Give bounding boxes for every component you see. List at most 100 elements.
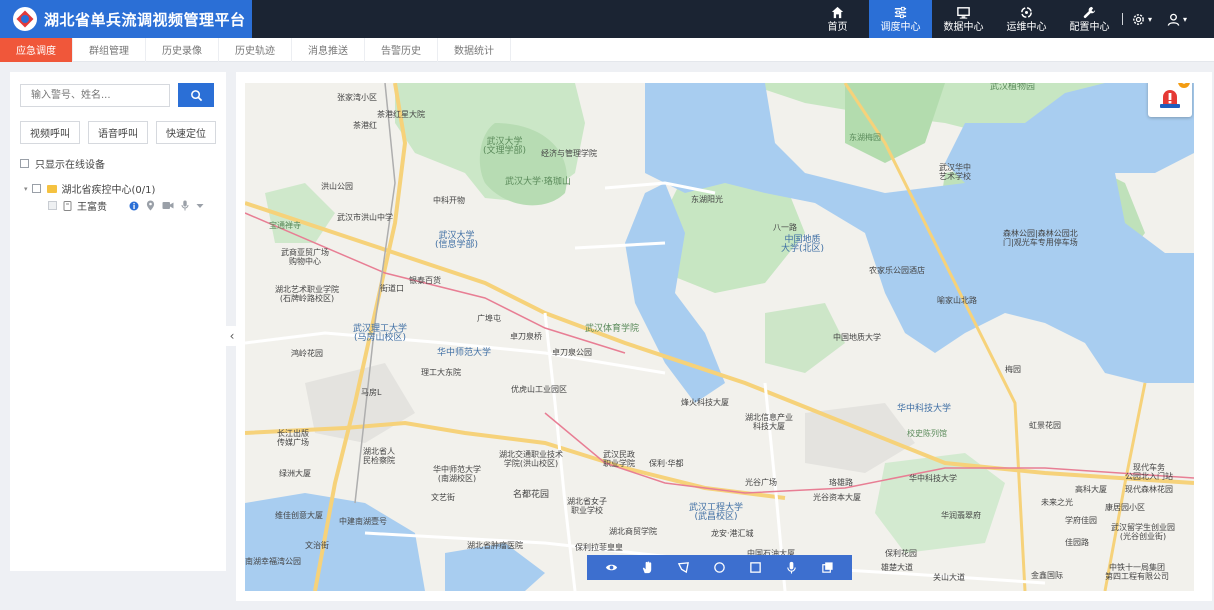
nav-home-label: 首页 bbox=[827, 22, 848, 33]
nav-data[interactable]: 数据中心 bbox=[932, 0, 995, 38]
map-label: 光谷资本大厦 bbox=[813, 493, 861, 502]
map-label: 湖北省人 民检察院 bbox=[363, 447, 395, 465]
expand-arrow-icon[interactable]: ▾ bbox=[24, 185, 28, 193]
map-label: 光谷广场 bbox=[745, 478, 777, 487]
maintenance-icon bbox=[1021, 7, 1032, 18]
map-lake bbox=[245, 493, 425, 591]
search-input[interactable] bbox=[20, 84, 170, 107]
map-label: 保利·华都 bbox=[649, 459, 684, 468]
online-only-toggle[interactable]: 只显示在线设备 bbox=[20, 156, 105, 171]
map-label: 中铁十一局集团 第四工程有限公司 bbox=[1105, 563, 1169, 581]
map-label: 东湖阳光 bbox=[691, 195, 723, 204]
square-icon[interactable] bbox=[749, 561, 762, 574]
polygon-icon[interactable] bbox=[677, 561, 690, 574]
map-label: 珞雄路 bbox=[829, 478, 853, 487]
map-label: 关山大道 bbox=[933, 573, 965, 582]
map-label: 长江出版 传媒广场 bbox=[277, 429, 309, 447]
map-label: 理工大东院 bbox=[421, 368, 461, 377]
map-label: 武汉理工大学 (马房山校区) bbox=[353, 324, 408, 343]
map-label: 八一路 bbox=[773, 223, 797, 232]
microphone-icon[interactable] bbox=[181, 200, 189, 211]
map-label: 梅园 bbox=[1005, 365, 1021, 374]
main-nav: 首页 调度中心 数据中心 运维中心 配置中心 bbox=[806, 0, 1121, 38]
settings-menu[interactable]: ▾ bbox=[1131, 12, 1152, 27]
map-view[interactable]: 张家湾小区 茶港红星大院 茶港红 武汉大学 (文理学部) 经济与管理学院 武汉大… bbox=[245, 83, 1194, 591]
call-button-row: 视频呼叫 语音呼叫 快速定位 bbox=[20, 121, 224, 144]
eye-icon[interactable] bbox=[605, 561, 618, 574]
map-label: 武汉大学·珞珈山 bbox=[505, 177, 571, 187]
map-label: 中建南湖壹号 bbox=[339, 517, 387, 526]
tab-history-video[interactable]: 历史录像 bbox=[146, 37, 219, 62]
nav-dispatch[interactable]: 调度中心 bbox=[869, 0, 932, 38]
tree-node-root[interactable]: ▾ 湖北省疾控中心(0/1) bbox=[24, 181, 155, 196]
map-label: 湖北省肿瘤医院 bbox=[467, 541, 523, 550]
tab-group-management[interactable]: 群组管理 bbox=[73, 37, 146, 62]
wrench-icon bbox=[1083, 6, 1096, 19]
map-label: 武汉市洪山中学 bbox=[337, 213, 393, 222]
map-label: 金鑫国际 bbox=[1031, 571, 1063, 580]
online-only-checkbox[interactable] bbox=[20, 159, 29, 168]
map-label: 湖北省女子 职业学校 bbox=[567, 497, 607, 515]
device-checkbox[interactable] bbox=[48, 201, 57, 210]
map-label: 文治街 bbox=[305, 541, 329, 550]
layers-icon[interactable] bbox=[821, 561, 834, 574]
tab-message-push[interactable]: 消息推送 bbox=[292, 37, 365, 62]
quick-locate-button[interactable]: 快速定位 bbox=[156, 121, 216, 144]
nav-home[interactable]: 首页 bbox=[806, 0, 869, 38]
map-label: 未来之光 bbox=[1041, 498, 1073, 507]
voice-call-button[interactable]: 语音呼叫 bbox=[88, 121, 148, 144]
map-label: 华中师范大学 (南湖校区) bbox=[433, 465, 481, 483]
brand[interactable]: 湖北省单兵流调视频管理平台 bbox=[0, 0, 252, 38]
map-label: 银泰百货 bbox=[409, 276, 441, 285]
gear-icon bbox=[1133, 13, 1144, 25]
map-label: 学府佳园 bbox=[1065, 516, 1097, 525]
nav-dispatch-label: 调度中心 bbox=[880, 22, 921, 33]
map-toolbar bbox=[587, 555, 852, 580]
video-call-button[interactable]: 视频呼叫 bbox=[20, 121, 80, 144]
map-label: 卓刀泉公园 bbox=[552, 348, 592, 357]
map-label: 中国地质大学 bbox=[833, 333, 881, 342]
tab-emergency-dispatch[interactable]: 应急调度 bbox=[0, 37, 73, 62]
map-label: 湖北交通职业技术 学院(洪山校区) bbox=[499, 450, 563, 468]
device-panel: 视频呼叫 语音呼叫 快速定位 只显示在线设备 ▾ 湖北省疾控中心(0/1) 王富… bbox=[10, 72, 226, 571]
map-label: 中科开物 bbox=[433, 196, 465, 205]
map-label: 优虎山工业园区 bbox=[511, 385, 567, 394]
map-label: 广埠屯 bbox=[477, 314, 501, 323]
tree-root-label: 湖北省疾控中心(0/1) bbox=[61, 185, 156, 196]
nav-config-label: 配置中心 bbox=[1069, 22, 1110, 33]
circle-icon[interactable] bbox=[713, 561, 726, 574]
map-label: 中国地质 大学(北区) bbox=[781, 235, 825, 254]
video-camera-icon[interactable] bbox=[162, 201, 174, 210]
map-label: 茶港红星大院 bbox=[377, 110, 425, 119]
sub-nav: 应急调度 群组管理 历史录像 历史轨迹 消息推送 告警历史 数据统计 bbox=[0, 37, 1214, 62]
more-dropdown-icon[interactable] bbox=[196, 203, 204, 209]
tree-node-device[interactable]: 王富贵 bbox=[48, 198, 204, 213]
chevron-down-icon: ▾ bbox=[1148, 14, 1153, 24]
logo-icon bbox=[13, 7, 37, 31]
alarm-button[interactable]: 0 bbox=[1148, 83, 1192, 117]
map-label: 农家乐公园酒店 bbox=[869, 266, 925, 275]
map-label: 南湖幸福湾公园 bbox=[245, 557, 301, 566]
map-label: 街道口 bbox=[380, 284, 404, 293]
online-only-label: 只显示在线设备 bbox=[35, 160, 105, 171]
nav-config[interactable]: 配置中心 bbox=[1058, 0, 1121, 38]
map-label: 武汉留学生创业园 (光谷创业街) bbox=[1111, 523, 1175, 541]
location-pin-icon[interactable] bbox=[146, 200, 155, 211]
nav-ops[interactable]: 运维中心 bbox=[995, 0, 1058, 38]
hand-icon[interactable] bbox=[641, 561, 654, 574]
map-label: 武汉体育学院 bbox=[585, 324, 640, 334]
tab-history-track[interactable]: 历史轨迹 bbox=[219, 37, 292, 62]
search-button[interactable] bbox=[178, 83, 214, 107]
microphone-icon[interactable] bbox=[785, 561, 798, 574]
map-label: 武汉民政 职业学院 bbox=[603, 450, 635, 468]
map-label: 武汉工程大学 (武昌校区) bbox=[689, 503, 744, 522]
user-menu[interactable]: ▾ bbox=[1166, 12, 1187, 27]
home-icon bbox=[831, 6, 844, 19]
tree-root-checkbox[interactable] bbox=[31, 184, 41, 193]
map-label: 武汉植物园 bbox=[990, 83, 1036, 92]
info-icon[interactable] bbox=[129, 201, 139, 211]
tab-alarm-history[interactable]: 告警历史 bbox=[365, 37, 438, 62]
map-label: 洪山公园 bbox=[321, 182, 353, 191]
map-label: 佳园路 bbox=[1065, 538, 1089, 547]
tab-statistics[interactable]: 数据统计 bbox=[438, 37, 511, 62]
